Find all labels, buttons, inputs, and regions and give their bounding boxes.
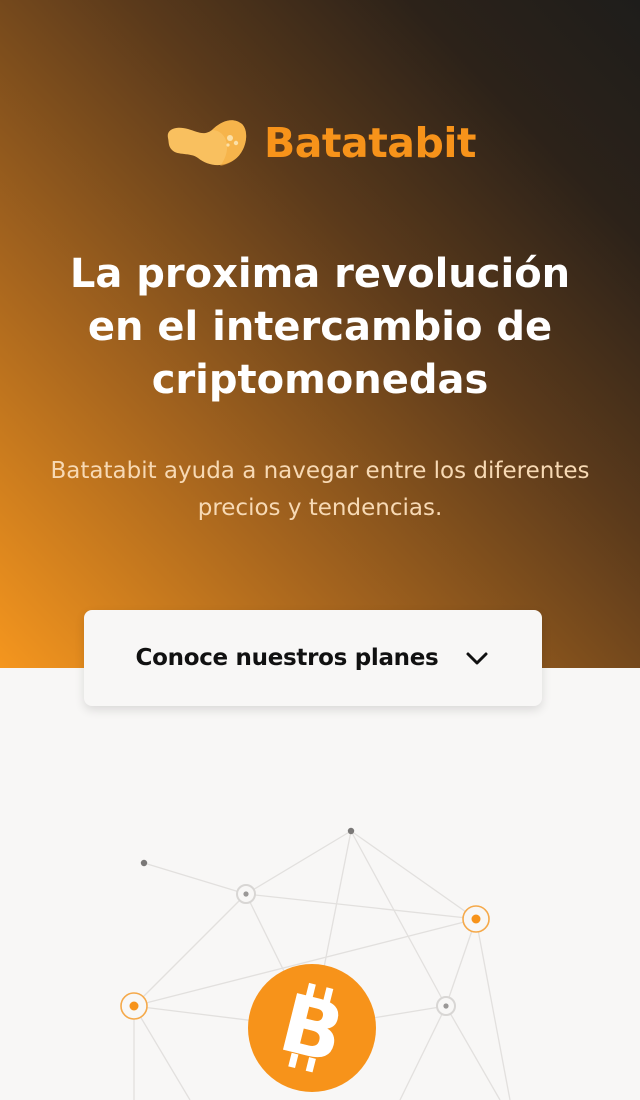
hero-subtitle: Batatabit ayuda a navegar entre los dife… (50, 458, 590, 521)
crypto-network-illustration: B (120, 827, 511, 1100)
network-node (236, 884, 256, 904)
network-node-highlighted (462, 905, 490, 933)
plans-button[interactable]: Conoce nuestros planes (84, 610, 542, 706)
network-node (347, 827, 355, 835)
plans-button-label: Conoce nuestros planes (135, 645, 439, 671)
brand-name: Batatabit (264, 119, 476, 167)
network-node-highlighted (120, 992, 148, 1020)
bitcoin-icon: B (248, 964, 376, 1092)
chevron-down-icon (466, 652, 488, 665)
potato-logo-icon (167, 120, 247, 166)
hero-title: La proxima revolución en el intercambio … (69, 251, 571, 403)
network-node (140, 859, 148, 867)
network-node (436, 996, 456, 1016)
hero-section: Batatabit La proxima revolución en el in… (0, 0, 640, 668)
brand-logo[interactable]: Batatabit (0, 116, 640, 170)
